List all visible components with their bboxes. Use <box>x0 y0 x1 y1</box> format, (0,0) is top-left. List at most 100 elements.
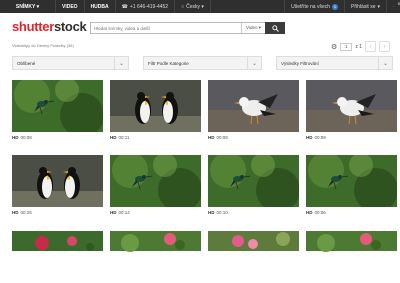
video-thumbnail[interactable] <box>306 80 397 132</box>
filter-results-dropdown[interactable]: Výsledky Filtrování ⌄ <box>276 56 393 70</box>
pagination: ⚙ 1 z 1 ‹ › <box>331 41 390 52</box>
video-thumbnail-image <box>110 155 201 207</box>
chevron-down-icon: ⌄ <box>378 57 392 69</box>
video-thumbnail-image <box>208 80 299 132</box>
clip-quality: HD <box>306 135 313 140</box>
cart-icon <box>393 3 394 10</box>
search-icon <box>272 25 279 32</box>
video-clip-tile[interactable]: HD00:09 <box>306 80 397 140</box>
next-page-button[interactable]: › <box>379 41 390 52</box>
clip-caption: HD00:06 <box>306 210 397 215</box>
globe-icon: ○ <box>181 4 184 10</box>
video-thumbnail-image <box>306 231 397 283</box>
favorites-dropdown[interactable]: Oblíbené ⌄ <box>12 56 129 70</box>
search-scope-select[interactable]: Video ▾ <box>241 23 265 33</box>
savings-badge: 1 <box>332 4 338 10</box>
logo-text-main: shutter <box>12 19 54 34</box>
video-thumbnail[interactable] <box>12 155 103 207</box>
video-clip-tile[interactable] <box>12 231 103 283</box>
login-link[interactable]: Přihlásit se ▾ <box>344 0 386 13</box>
search-input[interactable] <box>91 23 241 33</box>
chevron-down-icon: ▾ <box>377 4 380 10</box>
video-thumbnail-image <box>110 80 201 132</box>
video-thumbnail[interactable] <box>208 80 299 132</box>
video-thumbnail-image <box>12 231 103 283</box>
site-header: shutterstock Video ▾ <box>0 13 400 41</box>
clip-duration: 00:11 <box>119 135 130 140</box>
video-clip-tile[interactable]: HD00:14 <box>110 155 201 215</box>
video-thumbnail[interactable] <box>12 231 103 283</box>
cart-button[interactable]: 0 <box>386 0 400 13</box>
video-thumbnail-image <box>306 155 397 207</box>
video-thumbnail[interactable] <box>12 80 103 132</box>
savings-link[interactable]: Ušetříte na všech 1 <box>284 0 344 13</box>
clip-duration: 00:06 <box>315 210 326 215</box>
language-label: Česky ▾ <box>186 4 204 10</box>
video-nav-label: VIDEO <box>62 4 78 10</box>
chevron-down-icon: ⌄ <box>114 57 128 69</box>
video-thumbnail[interactable] <box>208 231 299 283</box>
clip-caption: HD00:09 <box>306 135 397 140</box>
chevron-down-icon: ⌄ <box>247 57 261 69</box>
clip-duration: 00:10 <box>217 210 228 215</box>
clip-duration: 00:09 <box>315 135 326 140</box>
clip-caption: HD00:10 <box>208 210 299 215</box>
chevron-right-icon: › <box>384 44 386 50</box>
clip-quality: HD <box>110 135 117 140</box>
video-clip-tile[interactable]: HD00:08 <box>12 80 103 140</box>
clip-quality: HD <box>208 135 215 140</box>
phone-icon: ☎ <box>122 4 128 10</box>
video-clip-tile[interactable]: HD00:10 <box>208 155 299 215</box>
page-number-input[interactable]: 1 <box>340 43 352 51</box>
clip-caption: HD00:25 <box>12 210 103 215</box>
video-thumbnail-image <box>110 231 201 283</box>
video-thumbnail-image <box>12 80 103 132</box>
page-total: z 1 <box>355 44 362 50</box>
clip-caption: HD00:14 <box>110 210 201 215</box>
video-thumbnail[interactable] <box>110 155 201 207</box>
music-nav-link[interactable]: HUDBA <box>85 0 116 13</box>
video-thumbnail[interactable] <box>306 155 397 207</box>
images-menu-label: SNÍMKY ▾ <box>16 4 39 10</box>
logo-text-accent: stock <box>54 19 86 34</box>
favorites-label: Oblíbené <box>17 61 35 66</box>
video-clip-tile[interactable]: HD00:11 <box>110 80 201 140</box>
clip-caption: HD00:11 <box>110 135 201 140</box>
filter-bar: Oblíbené ⌄ Filtr Podle Kategorie ⌄ Výsle… <box>0 56 400 72</box>
video-thumbnail[interactable] <box>306 231 397 283</box>
video-thumbnail[interactable] <box>110 231 201 283</box>
gear-icon[interactable]: ⚙ <box>331 43 337 51</box>
video-clip-tile[interactable]: HD00:06 <box>306 155 397 215</box>
video-thumbnail[interactable] <box>110 80 201 132</box>
clip-quality: HD <box>306 210 313 215</box>
clip-quality: HD <box>208 210 215 215</box>
video-clip-tile[interactable] <box>306 231 397 283</box>
clip-duration: 00:25 <box>21 210 32 215</box>
category-filter-dropdown[interactable]: Filtr Podle Kategorie ⌄ <box>143 56 262 70</box>
video-clip-tile[interactable] <box>208 231 299 283</box>
clip-quality: HD <box>12 135 19 140</box>
login-label: Přihlásit se <box>351 4 375 10</box>
video-clip-tile[interactable]: HD00:09 <box>208 80 299 140</box>
video-clip-tile[interactable]: HD00:25 <box>12 155 103 215</box>
clip-duration: 00:09 <box>217 135 228 140</box>
video-thumbnail[interactable] <box>208 155 299 207</box>
video-thumbnail-image <box>208 155 299 207</box>
video-nav-link[interactable]: VIDEO <box>56 0 85 13</box>
clip-duration: 00:14 <box>119 210 130 215</box>
language-selector[interactable]: ○ Česky ▾ <box>175 0 211 13</box>
phone-contact: ☎ +1 646-419-4452 <box>116 0 175 13</box>
clip-quality: HD <box>12 210 19 215</box>
images-menu[interactable]: SNÍMKY ▾ <box>0 0 56 13</box>
filter-results-label: Výsledky Filtrování <box>281 61 319 66</box>
phone-number: +1 646-419-4452 <box>130 4 168 10</box>
prev-page-button[interactable]: ‹ <box>365 41 376 52</box>
video-clip-tile[interactable] <box>110 231 201 283</box>
video-thumbnail-image <box>12 155 103 207</box>
video-thumbnail-image <box>208 231 299 283</box>
search-button[interactable] <box>265 22 285 34</box>
clip-quality: HD <box>110 210 117 215</box>
search-scope-label: Video ▾ <box>246 25 261 31</box>
shutterstock-logo[interactable]: shutterstock <box>12 19 86 34</box>
top-navigation-bar: SNÍMKY ▾ VIDEO HUDBA ☎ +1 646-419-4452 ○… <box>0 0 400 13</box>
